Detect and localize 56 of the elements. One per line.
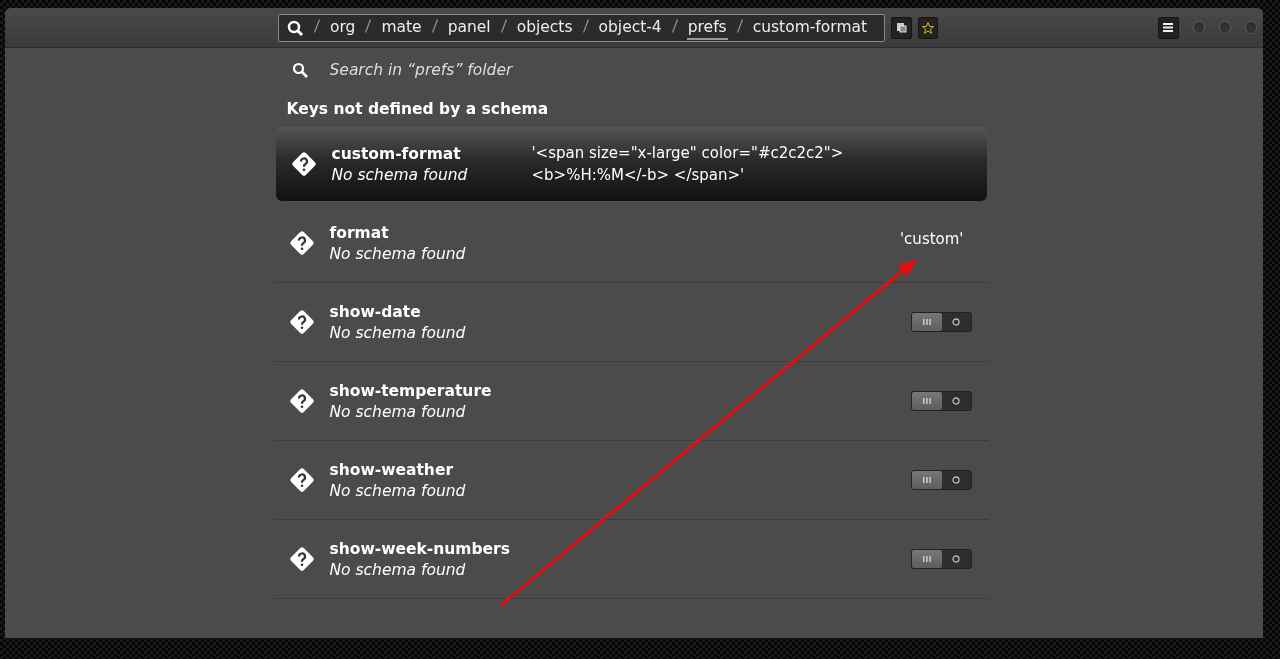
slash-separator-icon [431, 18, 438, 33]
slash-separator-icon [365, 18, 372, 33]
slash-separator-icon [671, 18, 678, 33]
search-icon[interactable] [287, 20, 304, 36]
key-name: custom-format [331, 144, 462, 163]
key-row[interactable]: show-date No schema found [273, 283, 989, 362]
path-segment[interactable]: custom-format [751, 15, 869, 40]
section-title: Keys not defined by a schema [285, 99, 550, 120]
circle-icon [952, 555, 960, 563]
search-field[interactable]: Search in “prefs” folder [327, 60, 732, 80]
circle-icon [952, 397, 960, 405]
bookmark-button[interactable] [917, 16, 938, 39]
search-icon [291, 62, 308, 78]
key-row[interactable]: show-weather No schema found [273, 441, 989, 520]
key-summary: No schema found [329, 323, 467, 342]
key-name: show-weather [329, 460, 455, 479]
slash-separator-icon [500, 18, 507, 33]
slash-separator-icon [736, 18, 743, 33]
toggle-switch[interactable] [910, 391, 972, 411]
path-segment[interactable]: mate [380, 15, 423, 40]
copy-path-button[interactable] [891, 16, 912, 39]
grip-icon [922, 398, 931, 404]
grip-icon [922, 477, 931, 483]
path-segment[interactable]: panel [446, 15, 492, 40]
circle-icon [952, 476, 960, 484]
key-row[interactable]: custom-format No schema found '<span size="x-large" color="#c2c2c2"> <b>%H:%M</-b> </span>' [275, 127, 987, 201]
key-name: show-week-numbers [329, 539, 511, 558]
key-row[interactable]: show-week-numbers No schema found [273, 520, 989, 599]
key-summary: No schema found [329, 481, 467, 500]
key-name: show-date [329, 302, 422, 321]
key-summary: No schema found [329, 402, 467, 421]
toggle-switch[interactable] [910, 312, 972, 332]
path-bar[interactable]: org mate panel objects object-4 prefs custom-format [278, 13, 885, 42]
key-summary: No schema found [331, 165, 469, 184]
key-value: 'custom' [899, 230, 965, 248]
slash-separator-icon [582, 18, 589, 33]
key-row[interactable]: show-temperature No schema found [273, 362, 989, 441]
key-name: format [329, 223, 390, 242]
slash-separator-icon [314, 18, 320, 33]
path-segment[interactable]: objects [515, 15, 574, 40]
star-icon [921, 21, 934, 34]
grip-icon [922, 319, 931, 325]
menu-icon [1163, 23, 1174, 32]
copy-icon [895, 22, 907, 33]
toggle-switch[interactable] [910, 549, 972, 569]
key-value: '<span size="x-large" color="#c2c2c2"> <b>%H:%M</-b> </span>' [531, 143, 845, 186]
toggle-switch[interactable] [910, 470, 972, 490]
path-segment[interactable]: object-4 [597, 15, 663, 40]
path-segment[interactable]: prefs [686, 15, 728, 40]
circle-icon [952, 318, 960, 326]
key-summary: No schema found [329, 560, 467, 579]
grip-icon [922, 556, 931, 562]
key-summary: No schema found [329, 244, 467, 263]
menu-button[interactable] [1158, 16, 1179, 39]
path-segment[interactable]: org [329, 15, 357, 40]
key-name: show-temperature [329, 381, 493, 400]
